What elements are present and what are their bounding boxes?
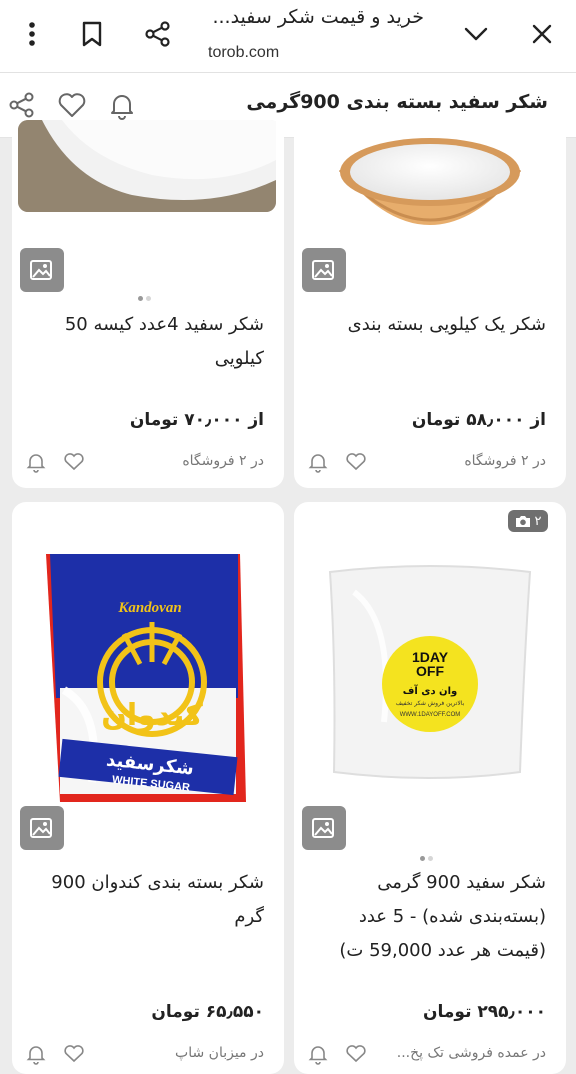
notification-bell-icon[interactable] [306, 1042, 330, 1066]
product-image[interactable] [12, 120, 284, 220]
notification-bell-icon[interactable] [104, 87, 140, 123]
gallery-icon[interactable] [20, 806, 64, 850]
page-title: شکر سفید بسته بندی 900گرمی [246, 91, 548, 113]
product-card[interactable]: شکر یک کیلویی بسته بندی از ۵۸٫۰۰۰ تومان … [294, 120, 566, 488]
sticker-tagline: وان دی آف [402, 686, 458, 697]
more-menu-icon[interactable] [12, 14, 52, 54]
gallery-icon[interactable] [20, 248, 64, 292]
image-count-badge: ۲ [508, 510, 548, 532]
product-price: از ۷۰٫۰۰۰ تومان [129, 410, 264, 430]
notification-bell-icon[interactable] [24, 1042, 48, 1066]
product-card[interactable]: Kandovan کندوان شکرسفید WHITE SUGAR شکر … [12, 502, 284, 1074]
package-brand-latin: Kandovan [118, 600, 182, 616]
favorite-heart-icon[interactable] [62, 450, 86, 474]
favorite-heart-icon[interactable] [54, 87, 90, 123]
browser-page-title: خرید و قیمت شکر سفید... [212, 6, 424, 28]
bookmark-icon[interactable] [72, 14, 112, 54]
favorite-heart-icon[interactable] [344, 450, 368, 474]
sticker-brand: 1DAY OFF [411, 649, 449, 679]
store-count[interactable]: در میزبان شاپ [175, 1045, 264, 1061]
sticker-subline: بالاترین فروش شکر تخفیف [395, 700, 465, 707]
notification-bell-icon[interactable] [24, 450, 48, 474]
chevron-down-icon[interactable] [456, 14, 496, 54]
close-icon[interactable] [522, 14, 562, 54]
product-image[interactable] [294, 120, 566, 260]
store-count[interactable]: در ۲ فروشگاه [464, 453, 546, 469]
image-pagination-dots [420, 856, 440, 862]
product-image[interactable]: Kandovan کندوان شکرسفید WHITE SUGAR [12, 502, 284, 802]
store-count[interactable]: در عمده فروشی تک پخ... [378, 1045, 546, 1061]
product-title[interactable]: شکر بسته بندی کندوان 900 گرم [24, 866, 264, 934]
product-title[interactable]: شکر سفید 4عدد کیسه 50 کیلویی [24, 308, 264, 376]
product-price: از ۵۸٫۰۰۰ تومان [411, 410, 546, 430]
gallery-icon[interactable] [302, 248, 346, 292]
product-title[interactable]: شکر سفید 900 گرمی (بسته‌بندی شده) - 5 عد… [306, 866, 546, 968]
share-icon[interactable] [138, 14, 178, 54]
share-icon[interactable] [4, 87, 40, 123]
product-card[interactable]: 1DAY OFF وان دی آف بالاترین فروش شکر تخف… [294, 502, 566, 1074]
store-count[interactable]: در ۲ فروشگاه [182, 453, 264, 469]
favorite-heart-icon[interactable] [344, 1042, 368, 1066]
product-title[interactable]: شکر یک کیلویی بسته بندی [306, 308, 546, 342]
favorite-heart-icon[interactable] [62, 1042, 86, 1066]
product-price: ۲۹۵٫۰۰۰ تومان [423, 1002, 546, 1022]
notification-bell-icon[interactable] [306, 450, 330, 474]
browser-bar: خرید و قیمت شکر سفید... torob.com [0, 0, 576, 73]
sticker-website: WWW.1DAYOFF.COM [399, 712, 461, 718]
product-image[interactable]: 1DAY OFF وان دی آف بالاترین فروش شکر تخف… [294, 502, 566, 792]
product-price: ۶۵٫۵۵۰ تومان [151, 1002, 264, 1022]
gallery-icon[interactable] [302, 806, 346, 850]
package-brand-fa: کندوان [101, 698, 203, 733]
browser-url[interactable]: torob.com [208, 44, 279, 62]
image-pagination-dots [138, 296, 158, 302]
product-card[interactable]: شکر سفید 4عدد کیسه 50 کیلویی از ۷۰٫۰۰۰ ت… [12, 120, 284, 488]
